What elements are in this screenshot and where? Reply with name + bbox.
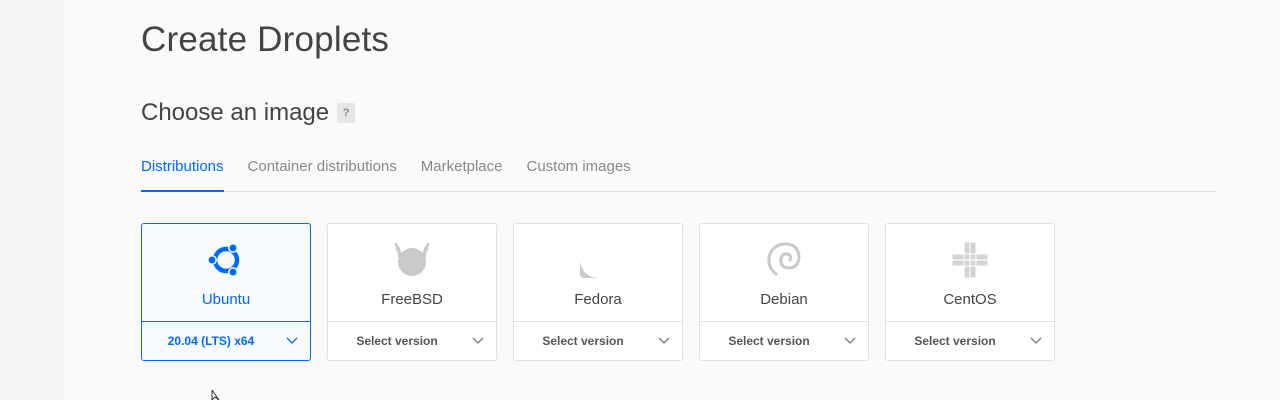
ubuntu-icon <box>142 238 310 282</box>
image-card-debian[interactable]: Debian Select version <box>699 223 869 361</box>
image-card-freebsd[interactable]: FreeBSD Select version <box>327 223 497 361</box>
version-label: Select version <box>356 334 438 348</box>
debian-icon <box>700 238 868 282</box>
mouse-cursor-icon <box>211 390 220 400</box>
image-cards: Ubuntu 20.04 (LTS) x64 FreeBSD Select ve… <box>141 223 1071 361</box>
chevron-down-icon <box>472 337 484 344</box>
tab-custom-images[interactable]: Custom images <box>526 155 630 190</box>
version-label: Select version <box>914 334 996 348</box>
version-label: 20.04 (LTS) x64 <box>167 334 255 348</box>
image-card-centos[interactable]: CentOS Select version <box>885 223 1055 361</box>
chevron-down-icon <box>844 337 856 344</box>
image-name: FreeBSD <box>381 291 443 308</box>
fedora-icon <box>514 238 682 282</box>
version-select[interactable]: Select version <box>514 321 682 360</box>
version-label: Select version <box>728 334 810 348</box>
image-name: Ubuntu <box>201 291 251 308</box>
image-card-fedora[interactable]: Fedora Select version <box>513 223 683 361</box>
chevron-down-icon <box>286 337 298 344</box>
tab-marketplace[interactable]: Marketplace <box>421 155 503 190</box>
version-label: Select version <box>542 334 624 348</box>
version-select[interactable]: 20.04 (LTS) x64 <box>142 321 310 360</box>
chevron-down-icon <box>1030 337 1042 344</box>
image-name: CentOS <box>943 291 997 308</box>
help-icon[interactable]: ? <box>337 103 356 123</box>
tab-container-distributions[interactable]: Container distributions <box>248 155 397 190</box>
image-tabs: Distributions Container distributions Ma… <box>141 155 1217 192</box>
section-header: Choose an image ? <box>141 99 356 127</box>
version-select[interactable]: Select version <box>328 321 496 360</box>
tab-distributions[interactable]: Distributions <box>141 155 224 192</box>
centos-icon <box>886 238 1054 282</box>
version-select[interactable]: Select version <box>700 321 868 360</box>
chevron-down-icon <box>658 337 670 344</box>
image-name: Fedora <box>574 291 622 308</box>
version-select[interactable]: Select version <box>886 321 1054 360</box>
image-name: Debian <box>760 291 808 308</box>
image-card-ubuntu[interactable]: Ubuntu 20.04 (LTS) x64 <box>141 223 311 361</box>
section-title: Choose an image <box>141 99 330 126</box>
page-title: Create Droplets <box>141 20 390 59</box>
freebsd-icon <box>328 238 496 282</box>
